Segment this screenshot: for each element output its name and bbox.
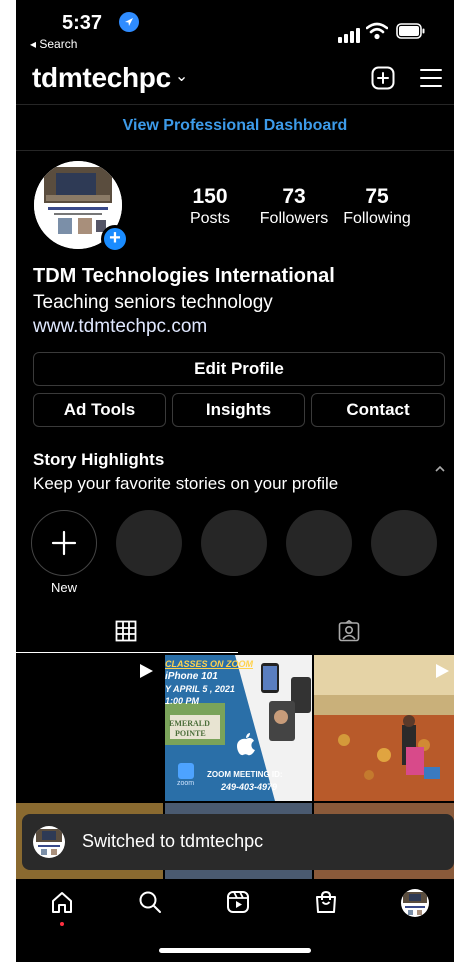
view-professional-dashboard-link[interactable]: View Professional Dashboard (16, 117, 454, 135)
highlight-placeholder (286, 510, 352, 576)
zoom-meeting-id: 249-403-4979 (221, 782, 278, 792)
reels-icon[interactable] (226, 890, 250, 919)
ad-tools-button[interactable]: Ad Tools (33, 393, 166, 427)
cellular-signal-icon (338, 25, 362, 43)
posts-label: Posts (189, 210, 230, 227)
active-tab-indicator (16, 652, 238, 653)
post-tile[interactable]: CLASSES ON ZOOM iPhone 101 Y APRIL 5 , 2… (165, 655, 312, 801)
followers-stat[interactable]: 73 Followers (254, 185, 334, 228)
header-divider (16, 104, 454, 105)
shop-icon[interactable] (314, 890, 338, 919)
instagram-profile-screen: 5:37 ◂ Search tdmtechpc ⌄ View Professio… (16, 0, 454, 962)
battery-icon (396, 23, 426, 44)
following-stat[interactable]: 75 Following (338, 185, 416, 228)
plus-icon (51, 530, 77, 556)
plus-square-icon[interactable] (371, 66, 395, 95)
home-indicator[interactable] (159, 948, 311, 953)
highlight-placeholder (201, 510, 267, 576)
contact-button[interactable]: Contact (311, 393, 445, 427)
home-notification-dot (60, 922, 64, 926)
apple-logo-icon (235, 733, 257, 762)
edit-profile-button[interactable]: Edit Profile (33, 352, 445, 386)
search-icon[interactable] (138, 890, 162, 919)
profile-bio: Teaching seniors technology (33, 292, 273, 313)
home-icon[interactable] (50, 890, 74, 921)
posts-count: 150 (192, 185, 228, 208)
status-time: 5:37 (62, 12, 103, 34)
add-story-plus-badge[interactable]: + (101, 225, 129, 253)
account-username[interactable]: tdmtechpc ⌄ (32, 62, 188, 94)
tagged-person-icon[interactable] (338, 619, 360, 647)
post-sign-line2: POINTE (175, 729, 206, 738)
profile-tab-avatar[interactable] (401, 889, 429, 917)
back-to-search-link[interactable]: ◂ Search (30, 37, 77, 51)
wifi-icon (365, 22, 389, 45)
highlight-placeholder (116, 510, 182, 576)
following-label: Following (343, 210, 411, 227)
zoom-meeting-label: ZOOM MEETING ID: (207, 770, 283, 779)
zoom-app-label: zoom (177, 780, 195, 787)
toast-avatar (33, 826, 65, 858)
reel-play-icon (436, 664, 449, 678)
reel-play-icon (140, 664, 153, 678)
account-switched-toast: Switched to tdmtechpc (22, 814, 454, 870)
post-time: 1:00 PM (165, 696, 200, 706)
story-highlights-title: Story Highlights (33, 450, 165, 469)
toast-message: Switched to tdmtechpc (82, 831, 264, 851)
profile-website-link[interactable]: www.tdmtechpc.com (33, 316, 207, 338)
location-arrow-icon (119, 12, 139, 32)
post-sign-line1: EMERALD (169, 719, 210, 728)
followers-label: Followers (259, 210, 329, 227)
post-tile[interactable] (314, 655, 454, 801)
highlight-placeholder (371, 510, 437, 576)
username-text: tdmtechpc (32, 62, 171, 93)
profile-display-name: TDM Technologies International (33, 265, 335, 287)
chevron-up-icon[interactable] (434, 460, 446, 478)
insights-button[interactable]: Insights (172, 393, 305, 427)
story-highlights-subtitle: Keep your favorite stories on your profi… (33, 474, 339, 493)
post-iphone-101: iPhone 101 (165, 671, 218, 682)
posts-stat[interactable]: 150 Posts (186, 185, 234, 228)
post-date: Y APRIL 5 , 2021 (165, 684, 235, 694)
post-tile[interactable] (16, 655, 163, 801)
post-classes-title: CLASSES ON ZOOM (165, 659, 254, 669)
dashboard-divider (16, 150, 454, 151)
account-switch-chevron-icon[interactable]: ⌄ (175, 68, 188, 85)
followers-count: 73 (282, 185, 306, 208)
new-highlight-button[interactable] (31, 510, 97, 576)
new-highlight-label: New (50, 580, 77, 595)
grid-icon[interactable] (115, 620, 137, 647)
hamburger-menu-icon[interactable] (420, 68, 442, 93)
following-count: 75 (365, 185, 389, 208)
